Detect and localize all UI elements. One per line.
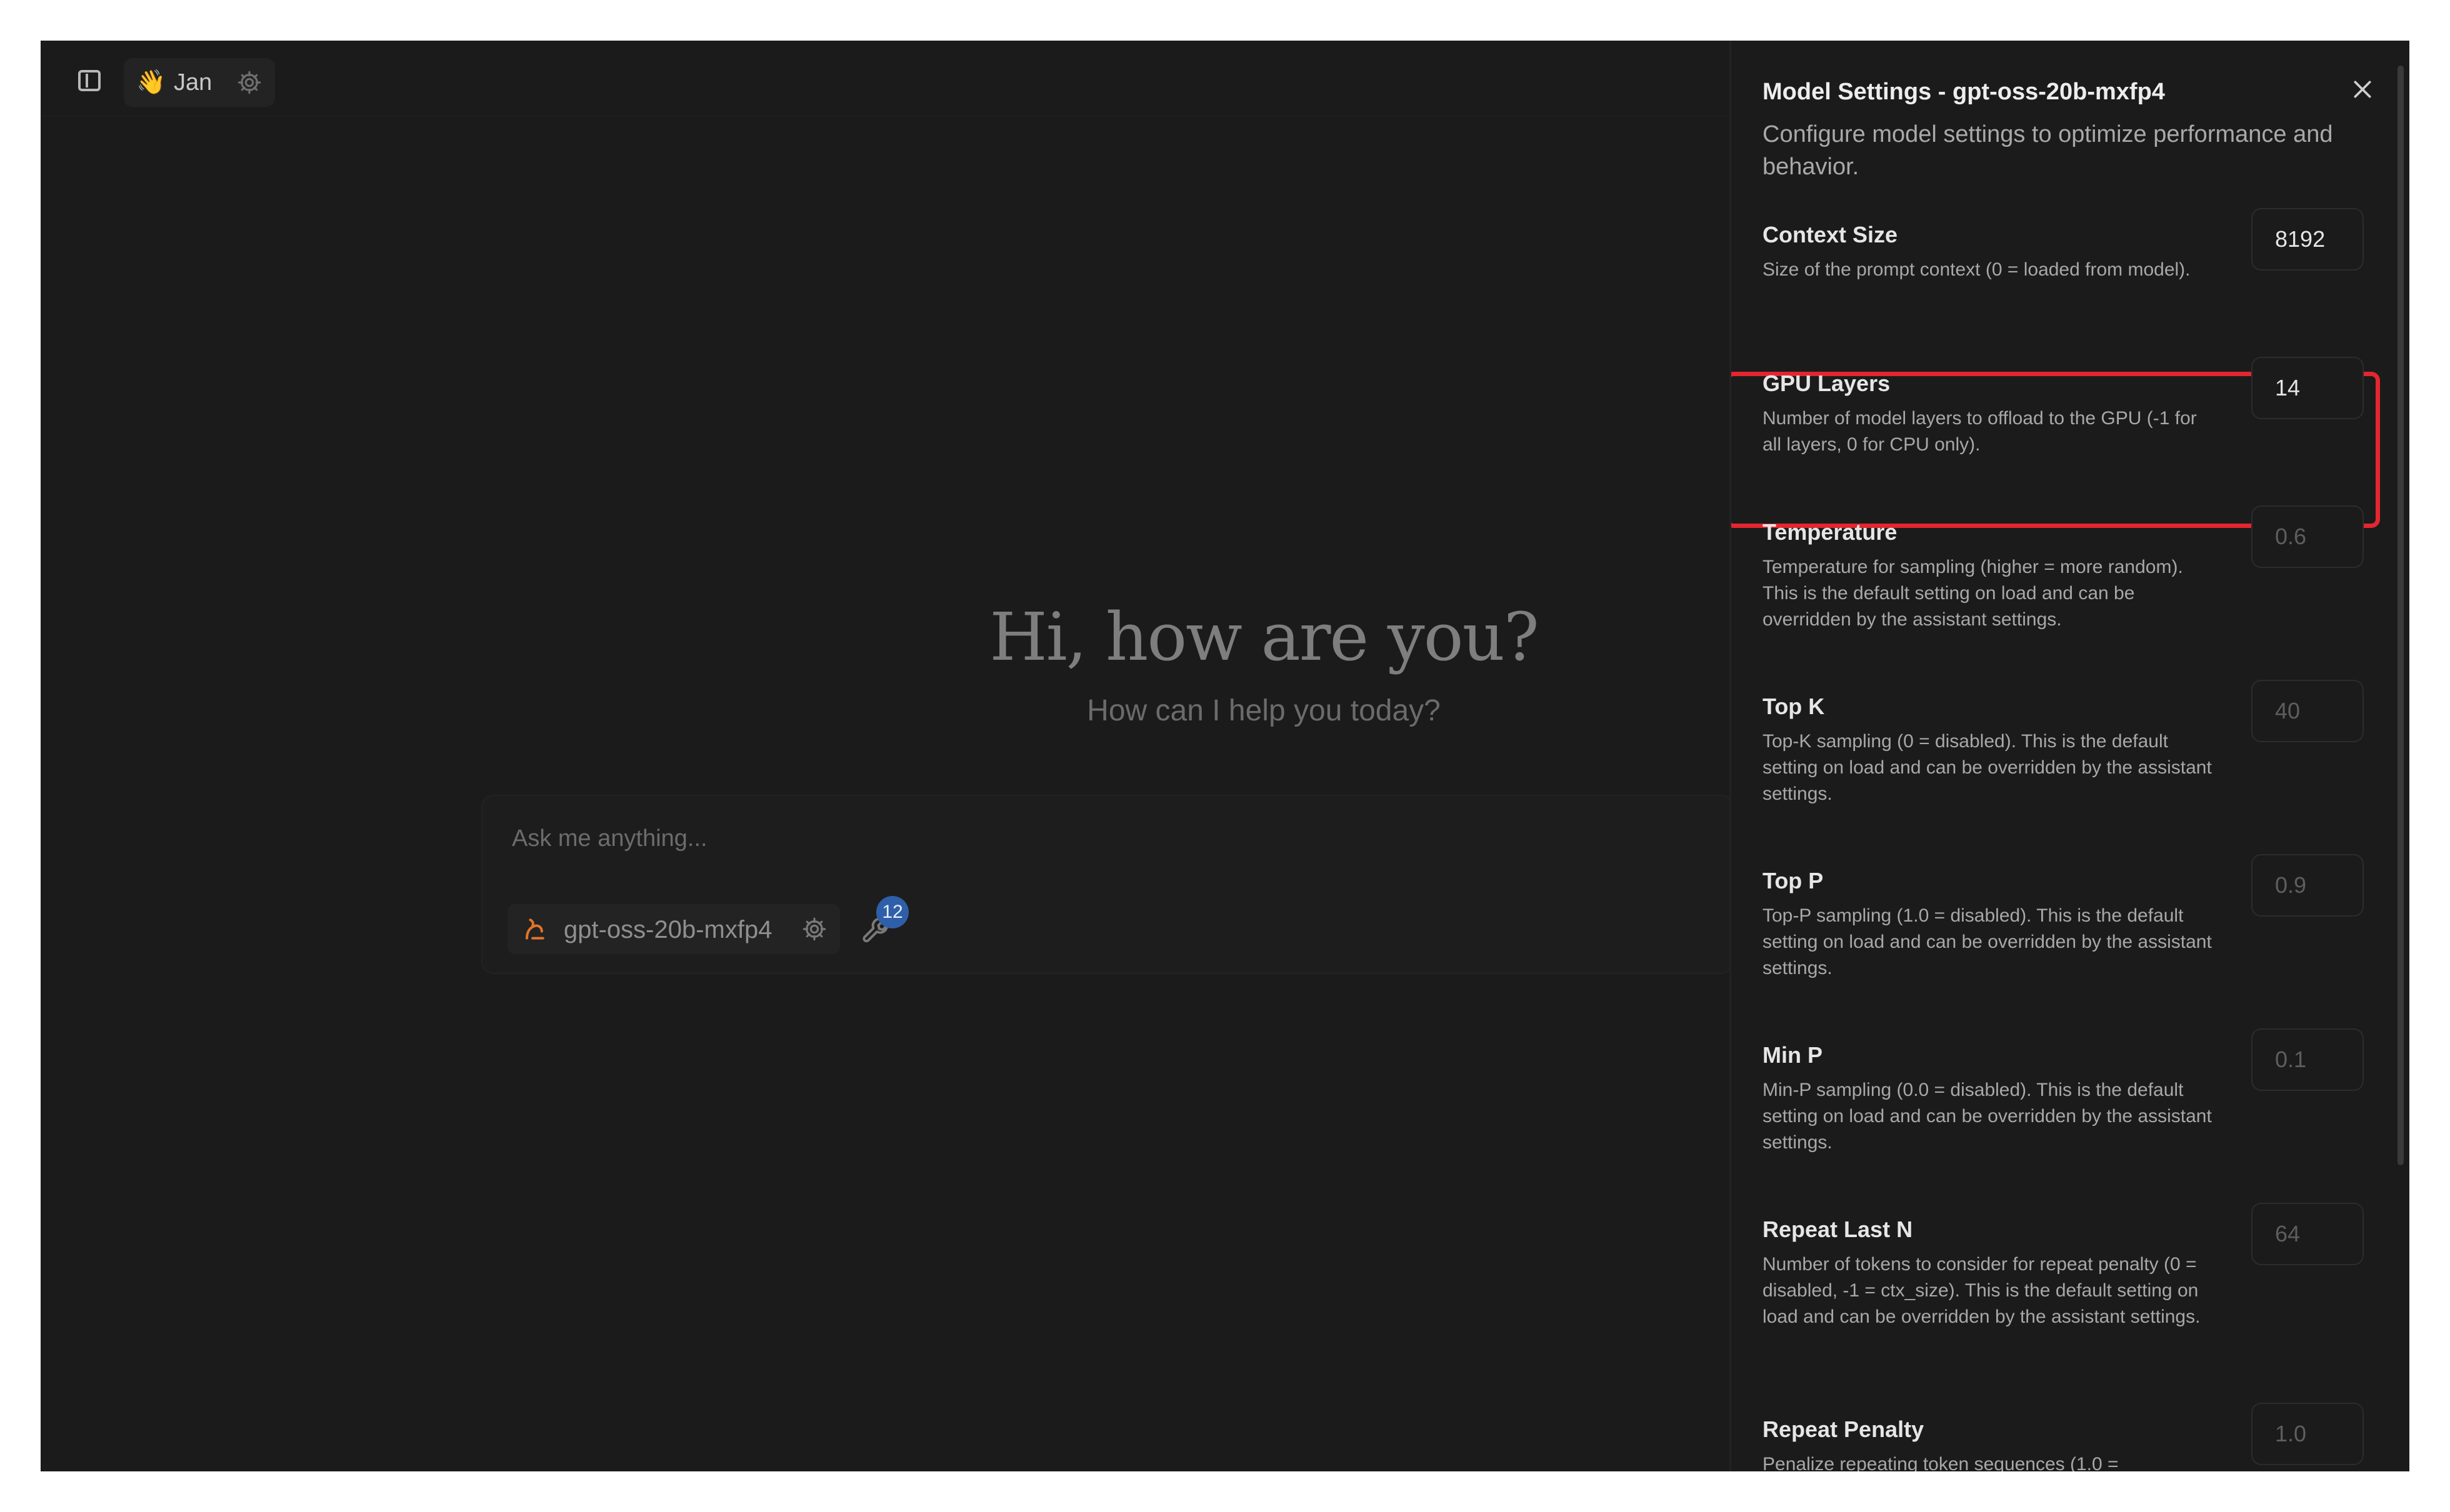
- model-logo-icon: [525, 918, 544, 940]
- gpu-layers-input[interactable]: [2251, 357, 2364, 419]
- setting-description: Number of model layers to offload to the…: [1762, 408, 2197, 455]
- chat-input[interactable]: [511, 818, 1701, 859]
- setting-title: Repeat Penalty: [1762, 1416, 1924, 1442]
- setting-description: Top-P sampling (1.0 = disabled). This is…: [1762, 905, 2212, 978]
- setting-description: Size of the prompt context (0 = loaded f…: [1762, 259, 2191, 280]
- waving-hand-icon: 👋: [136, 69, 166, 96]
- setting-description: Top-K sampling (0 = disabled). This is t…: [1762, 731, 2212, 804]
- setting-description: Min-P sampling (0.0 = disabled). This is…: [1762, 1080, 2212, 1153]
- top-k-input[interactable]: [2251, 680, 2364, 742]
- model-name: gpt-oss-20b-mxfp4: [564, 916, 772, 943]
- context-size-input[interactable]: [2251, 208, 2364, 271]
- tools-count-badge: 12: [876, 896, 909, 928]
- chat-composer: gpt-oss-20b-mxfp4 12: [481, 795, 1734, 974]
- setting-description: Number of tokens to consider for repeat …: [1762, 1254, 2201, 1327]
- setting-title: Min P: [1762, 1042, 1822, 1068]
- app-window: 👋 Jan Hi, how are you? How can I help yo…: [41, 41, 2409, 1471]
- repeat-last-n-input[interactable]: [2251, 1203, 2364, 1265]
- temperature-input[interactable]: [2251, 505, 2364, 568]
- close-icon[interactable]: [2350, 77, 2375, 102]
- top-p-input[interactable]: [2251, 854, 2364, 917]
- assistant-name: Jan: [174, 69, 212, 96]
- model-settings-panel: Model Settings - gpt-oss-20b-mxfp4 Confi…: [1729, 41, 2409, 1471]
- min-p-input[interactable]: [2251, 1028, 2364, 1091]
- panel-description: Configure model settings to optimize per…: [1762, 121, 2333, 180]
- setting-description: Penalize repeating token sequences (1.0 …: [1762, 1454, 2119, 1471]
- model-settings-gear-icon[interactable]: [801, 916, 828, 942]
- top-bar: 👋 Jan: [41, 41, 1728, 117]
- setting-title: Repeat Last N: [1762, 1216, 1913, 1242]
- setting-title: Context Size: [1762, 222, 1898, 247]
- assistant-settings-gear-icon[interactable]: [236, 69, 262, 96]
- assistant-selector[interactable]: 👋 Jan: [124, 58, 275, 107]
- panel-title: Model Settings - gpt-oss-20b-mxfp4: [1762, 79, 2165, 105]
- repeat-penalty-input[interactable]: [2251, 1403, 2364, 1465]
- setting-title: Top P: [1762, 868, 1824, 893]
- setting-title: Top K: [1762, 694, 1825, 719]
- setting-title: GPU Layers: [1762, 371, 1891, 396]
- setting-description: Temperature for sampling (higher = more …: [1762, 557, 2183, 630]
- sidebar-toggle-icon[interactable]: [78, 70, 101, 91]
- model-selector[interactable]: gpt-oss-20b-mxfp4: [508, 904, 840, 954]
- panel-scrollbar[interactable]: [2398, 66, 2404, 1165]
- setting-title: Temperature: [1762, 519, 1898, 545]
